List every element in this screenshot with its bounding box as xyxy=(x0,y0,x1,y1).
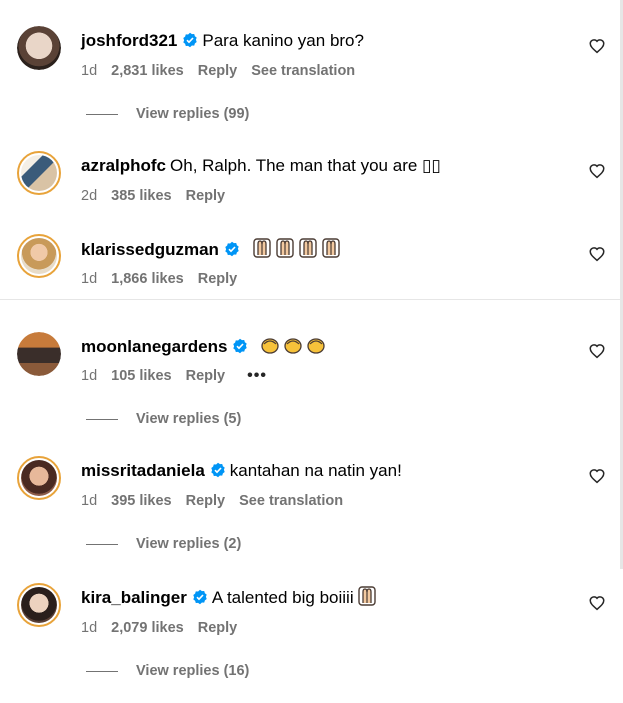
like-heart-icon[interactable] xyxy=(588,467,606,485)
pray-hands-icon xyxy=(252,238,271,258)
comment-text: Oh, Ralph. The man that you are ▯▯ xyxy=(170,156,441,175)
comment-likes[interactable]: 105 likes xyxy=(111,368,171,384)
clapping-hands-icon xyxy=(307,338,325,354)
comment-text: Para kanino yan bro? xyxy=(202,31,364,50)
pray-hands-icon xyxy=(321,238,340,258)
replies-dash xyxy=(86,113,118,115)
view-replies-label: View replies (16) xyxy=(136,663,250,679)
view-replies-button[interactable]: View replies (99) xyxy=(86,106,249,122)
pray-hands-icon xyxy=(357,586,376,606)
comment-time[interactable]: 2d xyxy=(81,188,97,204)
see-translation-button[interactable]: See translation xyxy=(251,63,355,79)
replies-dash xyxy=(86,543,118,545)
comment-time[interactable]: 1d xyxy=(81,368,97,384)
comment-text: kantahan na natin yan! xyxy=(229,461,402,480)
comment-username[interactable]: missritadaniela xyxy=(81,461,205,480)
view-replies-button[interactable]: View replies (5) xyxy=(86,411,241,427)
clapping-hands-icon xyxy=(261,338,279,354)
more-options-button[interactable]: ••• xyxy=(247,367,267,384)
comment-likes[interactable]: 2,079 likes xyxy=(111,620,184,636)
like-heart-icon[interactable] xyxy=(588,594,606,612)
reply-button[interactable]: Reply xyxy=(198,620,238,636)
comment-emoji-group xyxy=(252,337,326,356)
comment-username[interactable]: azralphofc xyxy=(81,156,166,175)
clapping-hands-icon xyxy=(284,338,302,354)
comment-time[interactable]: 1d xyxy=(81,271,97,287)
verified-badge-icon xyxy=(233,338,248,354)
comment-likes[interactable]: 395 likes xyxy=(111,493,171,509)
view-replies-button[interactable]: View replies (2) xyxy=(86,536,241,552)
view-replies-label: View replies (2) xyxy=(136,536,242,552)
section-divider xyxy=(0,299,623,300)
view-replies-button[interactable]: View replies (16) xyxy=(86,663,249,679)
replies-dash xyxy=(86,670,118,672)
verified-badge-icon xyxy=(183,32,198,48)
pray-hands-icon xyxy=(275,238,294,258)
like-heart-icon[interactable] xyxy=(588,162,606,180)
comment-username[interactable]: klarissedguzman xyxy=(81,240,219,259)
comment-username[interactable]: joshford321 xyxy=(81,31,177,50)
verified-badge-icon xyxy=(211,462,225,478)
comment-username[interactable]: moonlanegardens xyxy=(81,337,227,356)
reply-button[interactable]: Reply xyxy=(198,271,238,287)
avatar[interactable] xyxy=(17,26,61,70)
like-heart-icon[interactable] xyxy=(588,342,606,360)
reply-button[interactable]: Reply xyxy=(198,63,238,79)
comment-likes[interactable]: 385 likes xyxy=(111,188,171,204)
replies-dash xyxy=(86,418,118,420)
view-replies-label: View replies (5) xyxy=(136,411,242,427)
comment-emoji-group xyxy=(244,238,341,259)
comment-time[interactable]: 1d xyxy=(81,63,97,79)
comment-likes[interactable]: 2,831 likes xyxy=(111,63,184,79)
comment-likes[interactable]: 1,866 likes xyxy=(111,271,184,287)
view-replies-label: View replies (99) xyxy=(136,106,250,122)
like-heart-icon[interactable] xyxy=(588,245,606,263)
comment-text: A talented big boiiii xyxy=(211,588,354,607)
like-heart-icon[interactable] xyxy=(588,37,606,55)
reply-button[interactable]: Reply xyxy=(186,188,226,204)
avatar[interactable] xyxy=(17,234,61,278)
reply-button[interactable]: Reply xyxy=(186,493,226,509)
avatar[interactable] xyxy=(17,456,61,500)
verified-badge-icon xyxy=(193,589,207,605)
avatar[interactable] xyxy=(17,583,61,627)
avatar[interactable] xyxy=(17,151,61,195)
reply-button[interactable]: Reply xyxy=(186,368,226,384)
pray-hands-icon xyxy=(298,238,317,258)
comment-time[interactable]: 1d xyxy=(81,620,97,636)
avatar[interactable] xyxy=(17,332,61,376)
verified-badge-icon xyxy=(225,241,239,257)
comment-time[interactable]: 1d xyxy=(81,493,97,509)
see-translation-button[interactable]: See translation xyxy=(239,493,343,509)
comment-username[interactable]: kira_balinger xyxy=(81,588,187,607)
